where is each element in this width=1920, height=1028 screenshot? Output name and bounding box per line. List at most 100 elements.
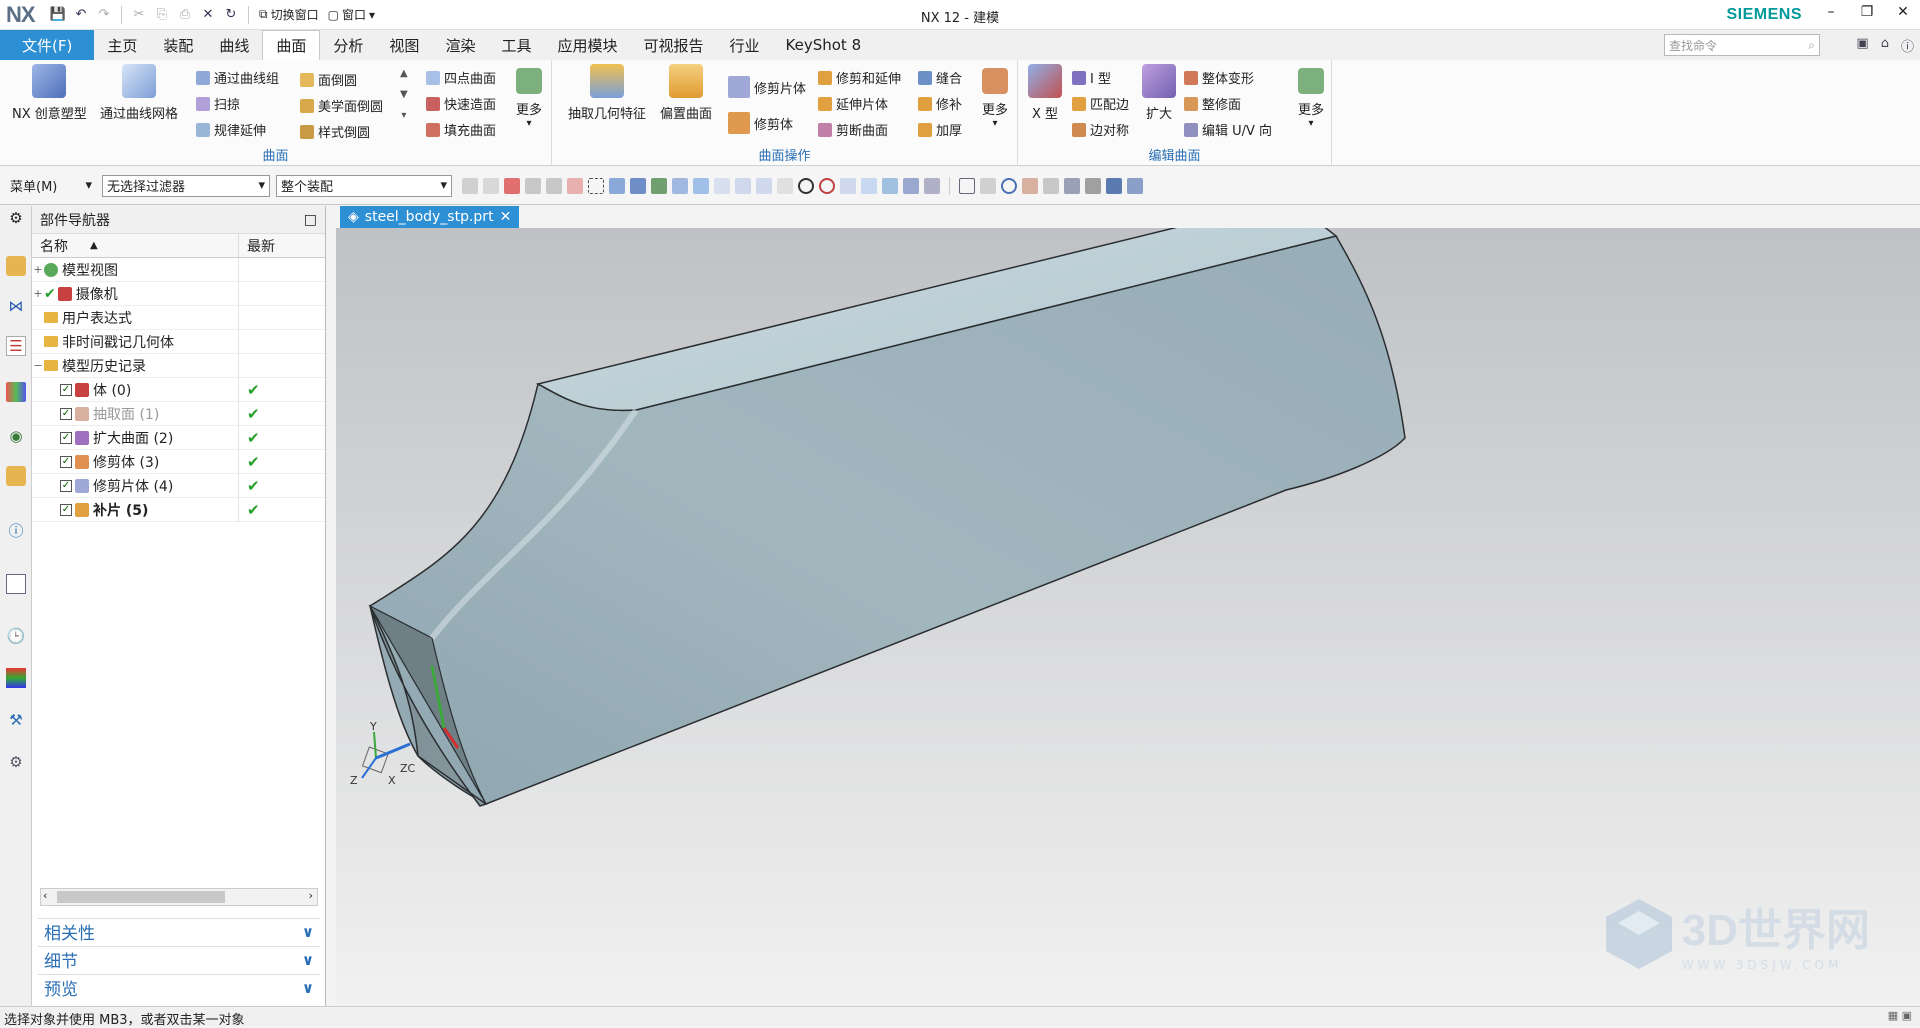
refit-face-button[interactable]: 整修面	[1184, 94, 1241, 113]
quadrant-icon[interactable]	[819, 177, 835, 194]
tree-row-model-views[interactable]: + 模型视图	[32, 257, 325, 282]
expand-icon[interactable]: +	[32, 263, 44, 276]
gallery-scroll[interactable]: ▲ ▼ ▾	[400, 68, 408, 121]
column-name-header[interactable]: 名称 ▲	[32, 234, 239, 257]
layer-icon[interactable]	[924, 177, 940, 194]
gear-icon[interactable]: ⚙	[6, 208, 26, 228]
curve-icon[interactable]	[714, 177, 730, 194]
pan-icon[interactable]	[1022, 177, 1038, 194]
model-canvas[interactable]: Y Z ZC X	[336, 228, 1920, 1006]
tree-row-patch-5[interactable]: ✓ 补片 (5) ✔	[32, 497, 325, 522]
palette-icon[interactable]	[6, 668, 26, 688]
window-layout-icon[interactable]: ▣	[1856, 36, 1868, 55]
point-snap-icon[interactable]	[651, 177, 667, 194]
copy-icon[interactable]: ⎘	[152, 5, 172, 25]
match-edge-button[interactable]: 匹配边	[1072, 94, 1129, 113]
sweep-button[interactable]: 扫掠	[196, 94, 240, 113]
restore-button[interactable]: ❐	[1856, 4, 1878, 20]
window-menu-button[interactable]: ▢ 窗口 ▾	[325, 6, 378, 23]
tab-applications[interactable]: 应用模块	[544, 30, 630, 60]
details-panel[interactable]: 细节 ∨	[38, 946, 320, 972]
offset-surface-button[interactable]: 偏置曲面	[660, 64, 712, 122]
tab-curve[interactable]: 曲线	[206, 30, 262, 60]
document-tab[interactable]: ◈ steel_body_stp.prt ✕	[340, 206, 520, 228]
tab-surface[interactable]: 曲面	[262, 30, 321, 60]
deselect-icon[interactable]	[483, 177, 499, 194]
robot-icon[interactable]: ⚙	[6, 752, 26, 772]
tab-file[interactable]: 文件(F)	[0, 30, 95, 60]
tree-row-model-history[interactable]: − 模型历史记录	[32, 353, 325, 378]
ruled-extend-button[interactable]: 规律延伸	[196, 120, 266, 139]
face-blend-button[interactable]: 面倒圆	[300, 70, 357, 89]
i-form-button[interactable]: I 型	[1072, 68, 1111, 87]
x-form-button[interactable]: X 型	[1028, 64, 1062, 122]
horizontal-scrollbar[interactable]: ‹ ›	[40, 888, 318, 906]
quick-surface-button[interactable]: 快速造面	[426, 94, 496, 113]
close-button[interactable]: ✕	[1892, 4, 1914, 20]
constraint-navigator-icon[interactable]: ⋈	[6, 296, 26, 316]
tab-analysis[interactable]: 分析	[320, 30, 376, 60]
tab-keyshot[interactable]: KeyShot 8	[773, 30, 875, 60]
web-browser-icon[interactable]: ⓘ	[6, 520, 26, 540]
role-icon[interactable]	[6, 466, 26, 486]
tree-row-trim-body-3[interactable]: ✓ 修剪体 (3) ✔	[32, 449, 325, 474]
paste-icon[interactable]: ⎙	[175, 5, 195, 25]
style-blend-button[interactable]: 样式倒圆	[300, 122, 370, 141]
line-snap-icon[interactable]	[672, 177, 688, 194]
through-curves-button[interactable]: 通过曲线组	[196, 68, 279, 87]
divide-face-button[interactable]: 剪断曲面	[818, 120, 888, 139]
help-icon[interactable]: ⓘ	[1901, 36, 1914, 55]
spline-icon[interactable]	[735, 177, 751, 194]
save-icon[interactable]: 💾	[48, 5, 68, 25]
steel-body-model[interactable]	[368, 228, 1406, 807]
tree-row-enlarge-2[interactable]: ✓ 扩大曲面 (2) ✔	[32, 425, 325, 450]
scrollbar-thumb[interactable]	[57, 891, 225, 903]
extract-geometry-button[interactable]: 抽取几何特征	[568, 64, 646, 122]
orient-view-icon[interactable]	[1085, 177, 1101, 194]
tab-home[interactable]: 主页	[94, 30, 150, 60]
scroll-right-icon[interactable]: ›	[309, 889, 313, 902]
menu-button[interactable]: 菜单(M) ▾	[6, 175, 96, 197]
close-tab-icon[interactable]: ✕	[500, 209, 512, 225]
type-filter-select[interactable]: 无选择过滤器 ▾	[102, 174, 270, 197]
part-navigator-icon[interactable]: ☰	[6, 336, 26, 356]
tab-render[interactable]: 渲染	[432, 30, 488, 60]
four-point-surface-button[interactable]: 四点曲面	[426, 68, 496, 87]
tab-industry[interactable]: 行业	[717, 30, 773, 60]
crosshair-icon[interactable]	[840, 177, 856, 194]
maximize-panel-icon[interactable]: □	[304, 212, 317, 228]
tree-row-body-0[interactable]: ✓ 体 (0) ✔	[32, 377, 325, 402]
pointer-icon[interactable]	[546, 177, 562, 194]
enlarge-button[interactable]: 扩大	[1142, 64, 1176, 122]
switch-window-button[interactable]: ⧉ 切换窗口	[256, 6, 322, 23]
visibility-checkbox[interactable]: ✓	[60, 431, 72, 444]
select-icon[interactable]	[462, 177, 478, 194]
minimize-button[interactable]: –	[1820, 4, 1842, 20]
midpoint-icon[interactable]	[693, 177, 709, 194]
column-latest-header[interactable]: 最新	[239, 234, 324, 257]
history-clock-icon[interactable]: 🕒	[6, 626, 26, 646]
repeat-command-icon[interactable]: ↻	[221, 5, 241, 25]
visibility-checkbox[interactable]: ✓	[60, 407, 72, 420]
edit-uv-button[interactable]: 编辑 U/V 向	[1184, 120, 1272, 139]
center-point-icon[interactable]	[798, 177, 814, 194]
surface-more-button[interactable]: 更多 ▾	[516, 64, 542, 129]
snap-icon[interactable]	[525, 177, 541, 194]
edge-symmetry-button[interactable]: 边对称	[1072, 120, 1129, 139]
surface-ops-more-button[interactable]: 更多 ▾	[982, 64, 1008, 129]
visibility-checkbox[interactable]: ✓	[60, 383, 72, 396]
assembly-navigator-icon[interactable]	[6, 256, 26, 276]
intersection-icon[interactable]	[777, 177, 793, 194]
dependencies-panel[interactable]: 相关性 ∨	[38, 918, 320, 944]
tab-visual-report[interactable]: 可视报告	[630, 30, 716, 60]
section-icon[interactable]	[1043, 177, 1059, 194]
select-box-icon[interactable]	[567, 177, 583, 194]
scroll-left-icon[interactable]: ‹	[43, 889, 47, 902]
aesthetic-blend-button[interactable]: 美学面倒圆	[300, 96, 383, 115]
expand-icon[interactable]: +	[32, 287, 44, 300]
tab-assembly[interactable]: 装配	[150, 30, 206, 60]
rotate-icon[interactable]	[1001, 177, 1017, 194]
preview-panel[interactable]: 预览 ∨	[38, 974, 320, 1000]
tab-view[interactable]: 视图	[376, 30, 432, 60]
delete-icon[interactable]: ✕	[198, 5, 218, 25]
